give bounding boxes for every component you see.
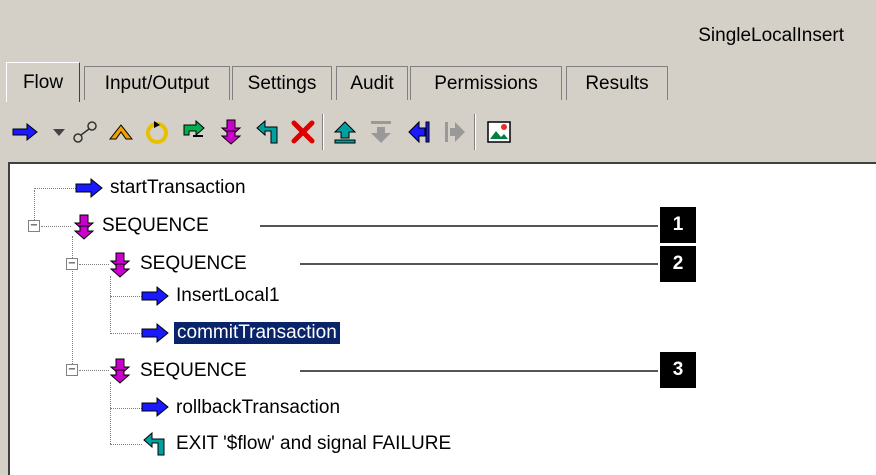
toolbar: [0, 102, 876, 162]
exit-icon: [140, 431, 170, 456]
toolbar-separator: [474, 114, 476, 150]
tree-node-rollback-transaction[interactable]: rollbackTransaction: [176, 397, 340, 419]
tree-connector: [110, 296, 142, 297]
exit-icon[interactable]: [252, 118, 282, 146]
tab-label: Audit: [350, 72, 394, 94]
invoke-icon: [74, 177, 104, 201]
shift-left-icon[interactable]: [404, 118, 434, 146]
tab-label: Permissions: [434, 72, 538, 94]
tree-node-sequence-3[interactable]: SEQUENCE: [140, 360, 247, 382]
invoke-icon: [140, 285, 170, 309]
image-icon[interactable]: [484, 118, 514, 146]
tree-connector: [110, 276, 111, 334]
collapse-icon[interactable]: −: [66, 258, 78, 270]
tab-label: Settings: [247, 72, 317, 94]
tree-node-start-transaction[interactable]: startTransaction: [110, 177, 246, 199]
sequence-icon: [72, 214, 102, 240]
window-title: SingleLocalInsert: [698, 25, 844, 46]
flow-tree[interactable]: startTransaction − SEQUENCE 1 − SEQUENCE…: [8, 162, 876, 475]
tree-node-commit-transaction[interactable]: commitTransaction: [173, 321, 341, 345]
tree-connector: [79, 264, 109, 265]
tree-connector: [110, 444, 142, 445]
sequence-icon: [108, 358, 138, 384]
shift-right-icon[interactable]: [440, 118, 470, 146]
repeat-icon[interactable]: [142, 118, 172, 146]
move-up-icon[interactable]: [330, 118, 360, 146]
tab-label: Results: [585, 72, 649, 94]
tree-connector: [72, 236, 73, 372]
tab-input-output[interactable]: Input/Output: [84, 66, 230, 100]
tree-node-sequence-2[interactable]: SEQUENCE: [140, 253, 247, 275]
tab-flow[interactable]: Flow: [6, 62, 80, 102]
callout-line: [300, 263, 658, 265]
tab-label: Input/Output: [104, 72, 210, 94]
tree-connector: [110, 408, 142, 409]
callout-line: [260, 225, 658, 227]
delete-icon[interactable]: [288, 118, 318, 146]
move-down-icon[interactable]: [366, 118, 396, 146]
title-bar: SingleLocalInsert: [0, 0, 876, 62]
tree-connector: [110, 333, 142, 334]
tab-permissions[interactable]: Permissions: [410, 66, 562, 100]
tree-connector: [79, 370, 109, 371]
panel-edge: [0, 162, 8, 475]
invoke-icon: [140, 396, 170, 420]
branch-icon[interactable]: [70, 118, 100, 146]
tree-connector: [41, 226, 71, 227]
sequence-icon: [108, 252, 138, 278]
tree-node-sequence-1[interactable]: SEQUENCE: [102, 215, 209, 237]
tree-connector: [34, 188, 78, 189]
callout-line: [300, 370, 658, 372]
tab-label: Flow: [22, 71, 64, 93]
toolbar-separator: [322, 114, 324, 150]
tab-bar: Flow Input/Output Settings Audit Permiss…: [0, 62, 876, 104]
invoke-icon: [140, 322, 170, 346]
tree-node-insert-local[interactable]: InsertLocal1: [176, 285, 280, 307]
tab-audit[interactable]: Audit: [336, 66, 408, 100]
invoke-icon[interactable]: [10, 118, 40, 146]
tree-node-exit[interactable]: EXIT '$flow' and signal FAILURE: [176, 433, 451, 455]
collapse-icon[interactable]: −: [28, 220, 40, 232]
loop-icon[interactable]: [106, 118, 136, 146]
collapse-icon[interactable]: −: [66, 364, 78, 376]
tab-results[interactable]: Results: [566, 66, 668, 100]
callout-badge-2: 2: [660, 246, 696, 282]
callout-badge-1: 1: [660, 207, 696, 243]
tree-connector: [110, 382, 111, 444]
map-icon[interactable]: [180, 118, 210, 146]
tab-settings[interactable]: Settings: [232, 66, 332, 100]
sequence-icon[interactable]: [216, 118, 246, 146]
callout-badge-3: 3: [660, 352, 696, 388]
